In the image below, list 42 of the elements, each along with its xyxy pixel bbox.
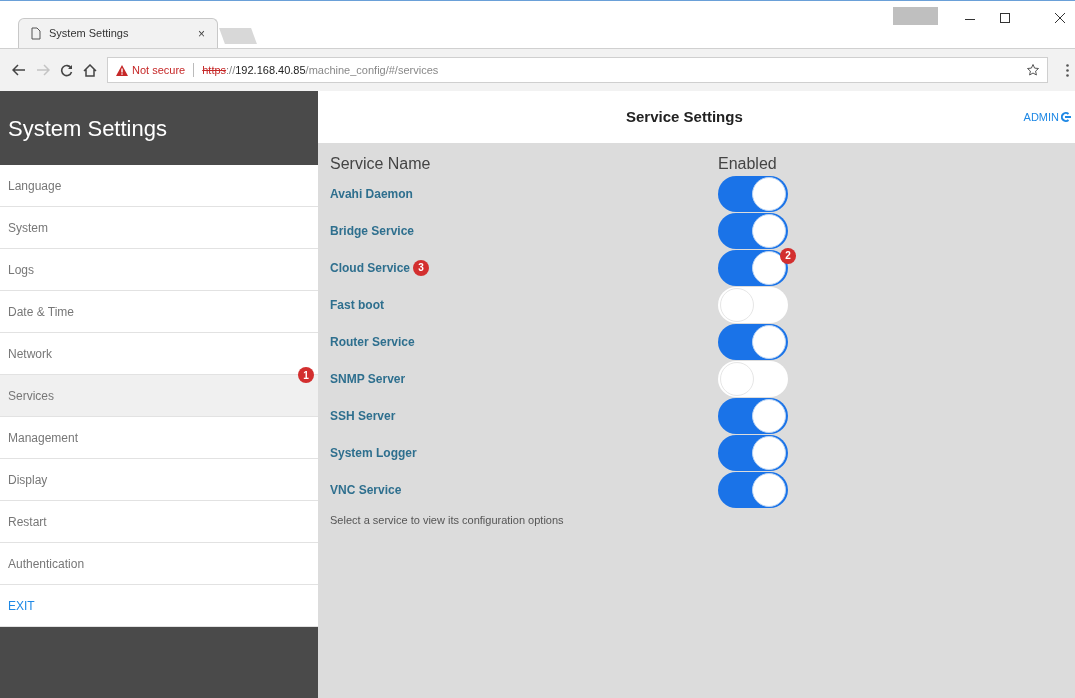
- service-name[interactable]: Bridge Service: [330, 221, 415, 240]
- maximize-icon[interactable]: [1000, 13, 1010, 23]
- service-name[interactable]: SSH Server: [330, 406, 396, 425]
- column-header: Enabled: [718, 154, 778, 174]
- back-icon[interactable]: [12, 64, 26, 76]
- toggle-switch[interactable]: [718, 360, 788, 397]
- toggle-switch[interactable]: [718, 434, 788, 471]
- service-name[interactable]: Fast boot: [330, 295, 384, 314]
- toggle-switch[interactable]: [718, 397, 788, 434]
- service-name[interactable]: Router Service: [330, 332, 415, 351]
- column-header: Service Name: [330, 154, 432, 174]
- service-name[interactable]: Cloud Service: [330, 258, 411, 277]
- browser-tab[interactable]: System Settings ×: [18, 18, 218, 48]
- service-name[interactable]: SNMP Server: [330, 369, 406, 388]
- minimize-icon[interactable]: [965, 19, 975, 21]
- address-bar[interactable]: Not secure https://192.168.40.85/machine_config/#/services: [107, 57, 1048, 83]
- number-badge: 2: [780, 247, 796, 264]
- service-name[interactable]: System Logger: [330, 443, 417, 462]
- toggle-switch[interactable]: [718, 471, 788, 508]
- url-text: https://192.168.40.85/machine_config/#/services: [202, 62, 439, 78]
- menu-icon[interactable]: [1066, 63, 1069, 77]
- page-icon: [31, 27, 41, 40]
- toggle-switch[interactable]: [718, 286, 788, 323]
- service-name[interactable]: VNC Service: [330, 480, 402, 499]
- warning-icon: [116, 64, 128, 76]
- home-icon[interactable]: [83, 63, 97, 77]
- service-name[interactable]: Avahi Daemon: [330, 184, 413, 203]
- security-label: Not secure: [132, 62, 186, 78]
- hint-text: Select a service to view its configuration options: [330, 513, 565, 528]
- admin-link[interactable]: ADMIN: [1023, 108, 1071, 126]
- star-icon[interactable]: [1027, 64, 1039, 76]
- toggle-switch[interactable]: [718, 323, 788, 360]
- page-title: Service Settings: [626, 106, 743, 127]
- tab-title: System Settings: [49, 26, 130, 42]
- reload-icon[interactable]: [60, 63, 73, 77]
- sidebar-title: System Settings: [8, 114, 167, 143]
- logout-icon: [1061, 112, 1071, 122]
- tab-close-button[interactable]: ×: [198, 24, 205, 43]
- toggle-switch[interactable]: [718, 212, 788, 249]
- toggle-switch[interactable]: [718, 175, 788, 212]
- close-icon[interactable]: [1055, 13, 1065, 23]
- number-badge: 3: [413, 259, 430, 276]
